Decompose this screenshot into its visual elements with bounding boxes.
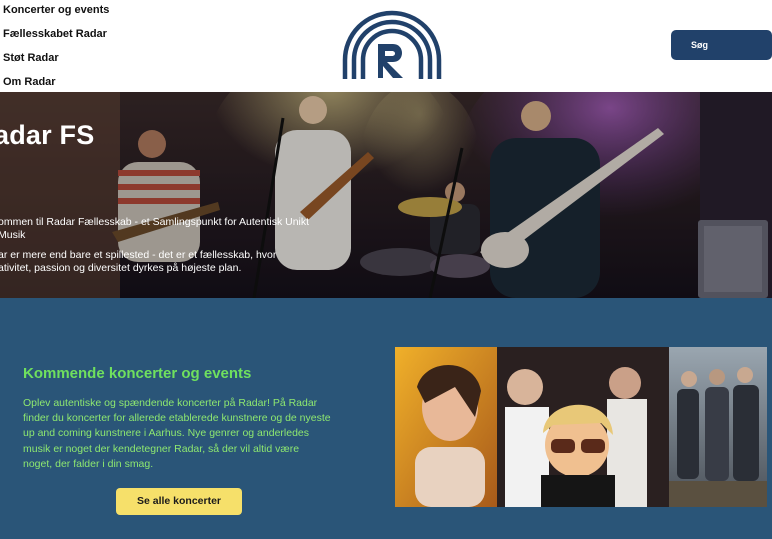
radar-rainbow-logo-icon	[342, 10, 442, 79]
nav-item-koncerter[interactable]: Koncerter og events	[3, 3, 109, 27]
site-header: Koncerter og events Fællesskabet Radar S…	[0, 0, 772, 92]
nav-item-stoet[interactable]: Støt Radar	[3, 51, 109, 75]
radar-logo[interactable]	[341, 10, 443, 80]
upcoming-events-section: Kommende koncerter og events Oplev auten…	[0, 298, 772, 539]
artist-photo-collage	[395, 347, 767, 507]
nav-item-faellesskabet[interactable]: Fællesskabet Radar	[3, 27, 109, 51]
hero-title: adar FS	[0, 120, 95, 150]
hero-description: ar er mere end bare et spillested - det …	[0, 249, 277, 274]
hero-subtitle: ommen til Radar Fællesskab - et Samlings…	[0, 216, 310, 241]
search-button[interactable]: Søg	[671, 30, 772, 60]
hero-banner: adar FS ommen til Radar Fællesskab - et …	[0, 92, 772, 298]
see-all-concerts-button[interactable]: Se alle koncerter	[116, 488, 242, 515]
artist-collage-image	[395, 347, 767, 507]
events-description: Oplev autentiske og spændende koncerter …	[23, 397, 331, 470]
main-nav: Koncerter og events Fællesskabet Radar S…	[3, 3, 109, 99]
events-heading: Kommende koncerter og events	[23, 365, 252, 382]
